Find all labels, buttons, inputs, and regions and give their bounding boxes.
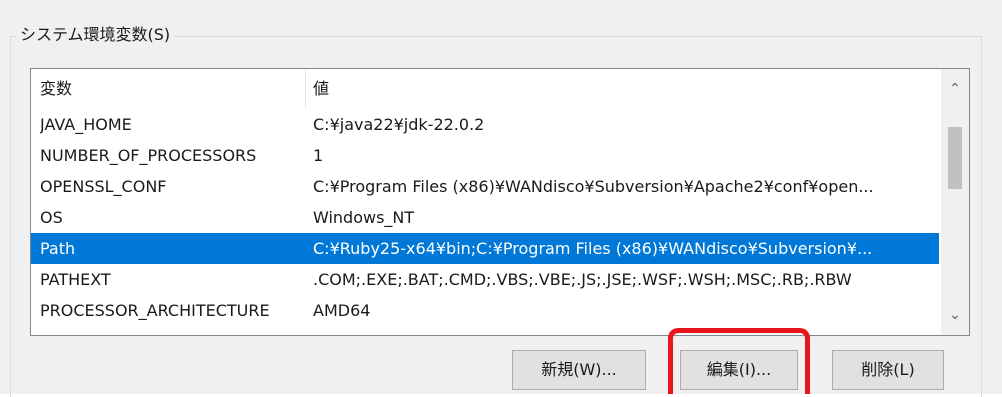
new-button[interactable]: 新規(W)...: [512, 350, 646, 390]
variable-value: 1: [313, 146, 324, 165]
variable-value: AMD64: [313, 301, 371, 320]
variable-value: C:¥Ruby25-x64¥bin;C:¥Program Files (x86)…: [313, 239, 873, 258]
variable-value: C:¥java22¥jdk-22.0.2: [313, 115, 485, 134]
variable-value: Windows_NT: [313, 208, 415, 227]
variable-name: PROCESSOR_ARCHITECTURE: [40, 301, 270, 320]
variable-name: OS: [40, 208, 63, 227]
edit-button-highlight: [668, 328, 810, 394]
list-row-os[interactable]: OS Windows_NT: [31, 202, 939, 233]
column-header-value[interactable]: 値: [313, 69, 329, 109]
list-header: 変数 値: [31, 69, 939, 109]
variable-value: .COM;.EXE;.BAT;.CMD;.VBS;.VBE;.JS;.JSE;.…: [313, 270, 852, 289]
list-row-java-home[interactable]: JAVA_HOME C:¥java22¥jdk-22.0.2: [31, 109, 939, 140]
group-title: システム環境変数(S): [16, 24, 175, 46]
list-row-openssl-conf[interactable]: OPENSSL_CONF C:¥Program Files (x86)¥WANd…: [31, 171, 939, 202]
variable-name: PATHEXT: [40, 270, 111, 289]
variable-name: Path: [40, 239, 76, 258]
list-row-number-of-processors[interactable]: NUMBER_OF_PROCESSORS 1: [31, 140, 939, 171]
column-divider[interactable]: [305, 69, 306, 109]
variable-name: NUMBER_OF_PROCESSORS: [40, 146, 257, 165]
list-row-processor-architecture[interactable]: PROCESSOR_ARCHITECTURE AMD64: [31, 295, 939, 326]
system-variables-list[interactable]: 変数 値 JAVA_HOME C:¥java22¥jdk-22.0.2 NUMB…: [30, 68, 970, 336]
variable-name: JAVA_HOME: [40, 115, 132, 134]
delete-button[interactable]: 削除(L): [832, 350, 944, 390]
variable-name: OPENSSL_CONF: [40, 177, 167, 196]
list-row-path[interactable]: Path C:¥Ruby25-x64¥bin;C:¥Program Files …: [31, 233, 939, 264]
chevron-up-icon[interactable]: ⌃: [941, 75, 969, 103]
column-header-variable[interactable]: 変数: [40, 69, 72, 109]
list-row-pathext[interactable]: PATHEXT .COM;.EXE;.BAT;.CMD;.VBS;.VBE;.J…: [31, 264, 939, 295]
chevron-down-icon[interactable]: ⌄: [941, 301, 969, 329]
vertical-scrollbar[interactable]: ⌃ ⌄: [941, 69, 969, 335]
variable-value: C:¥Program Files (x86)¥WANdisco¥Subversi…: [313, 177, 874, 196]
scrollbar-thumb[interactable]: [948, 127, 962, 189]
